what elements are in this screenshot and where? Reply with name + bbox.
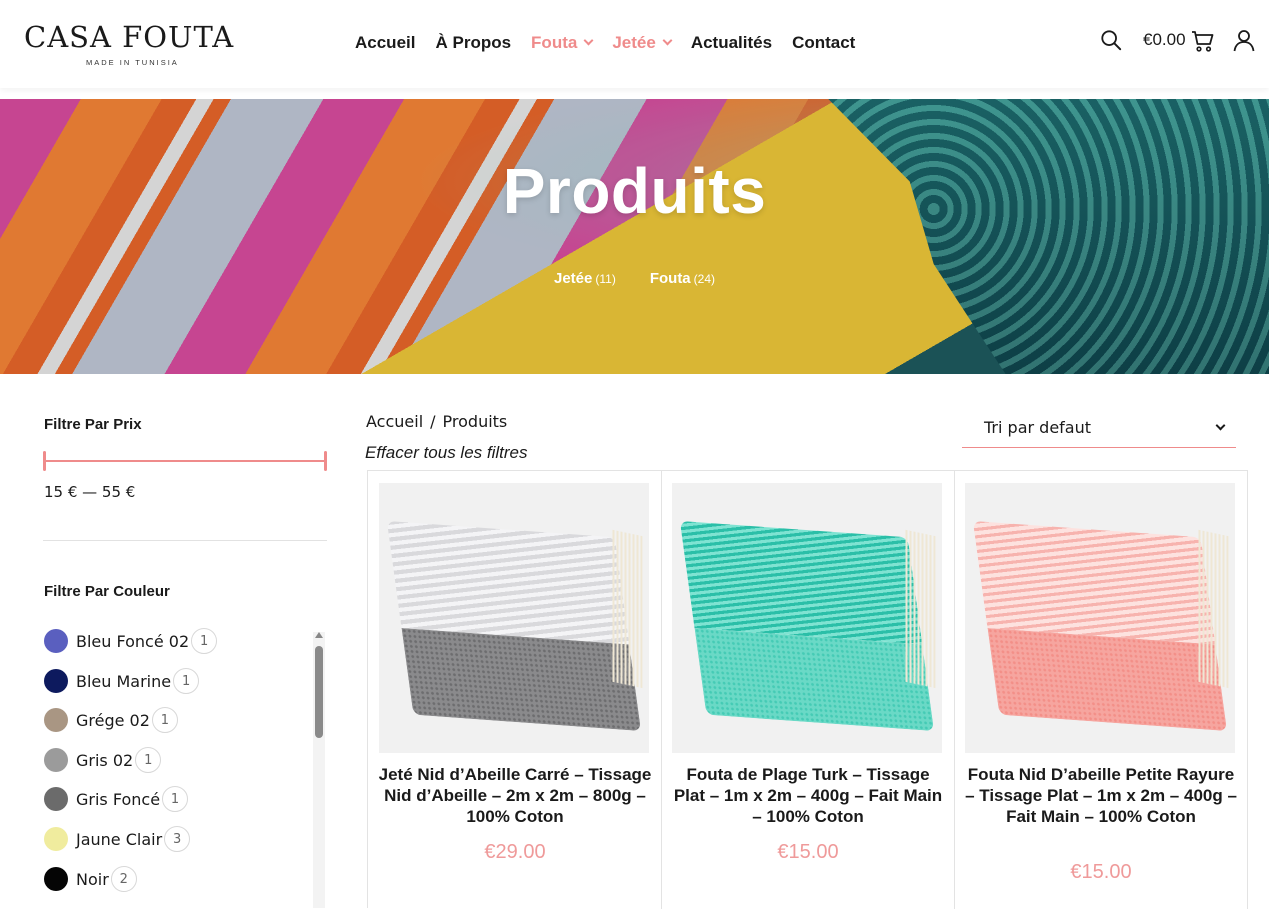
color-swatch <box>44 867 68 891</box>
category-count: (24) <box>693 272 715 286</box>
product-card[interactable]: Jeté Nid d’Abeille Carré – Tissage Nid d… <box>368 471 662 909</box>
nav-item-contact[interactable]: Contact <box>792 33 855 53</box>
hero-overlay <box>0 99 1269 374</box>
page-title: Produits <box>502 155 767 227</box>
chevron-down-icon <box>662 35 673 46</box>
color-count-badge: 3 <box>164 826 191 852</box>
price-range-value: 15 € — 55 € <box>44 483 136 501</box>
color-label: Grége 02 <box>76 710 150 730</box>
product-title[interactable]: Jeté Nid d’Abeille Carré – Tissage Nid d… <box>376 764 654 827</box>
nav-item-fouta-label: Fouta <box>531 33 578 52</box>
cart-total[interactable]: €0.00 <box>1143 30 1186 50</box>
color-filter-item[interactable]: Gris Foncé 1 <box>44 786 189 812</box>
price-filter-title: Filtre Par Prix <box>44 416 142 433</box>
color-count-badge: 2 <box>110 866 137 892</box>
color-filter-item[interactable]: Jaune Clair 3 <box>44 826 191 852</box>
product-title[interactable]: Fouta de Plage Turk – Tissage Plat – 1m … <box>669 764 947 827</box>
product-card[interactable]: Fouta Nid D’abeille Petite Rayure – Tiss… <box>954 471 1248 909</box>
color-count-badge: 1 <box>173 668 200 694</box>
color-filter-item[interactable]: Bleu Marine 1 <box>44 668 200 694</box>
search-icon[interactable] <box>1100 29 1122 51</box>
color-filter-item[interactable]: Gris 02 1 <box>44 747 162 773</box>
price-slider-track[interactable] <box>44 460 326 462</box>
color-count-badge: 1 <box>135 747 162 773</box>
color-swatch <box>44 827 68 851</box>
hero-category-links: Jetée (11) Fouta (24) <box>0 270 1269 287</box>
nav-item-actualites[interactable]: Actualités <box>691 33 772 53</box>
breadcrumb: Accueil / Produits <box>366 412 507 431</box>
price-slider-max-handle[interactable] <box>324 451 327 471</box>
site-logo[interactable]: CASA FOUTA MADE IN TUNISIA <box>24 20 234 70</box>
nav-item-jetee-label: Jetée <box>612 33 656 52</box>
scrollbar-thumb[interactable] <box>315 646 323 738</box>
breadcrumb-home[interactable]: Accueil <box>366 412 423 431</box>
cart-icon[interactable] <box>1191 29 1215 53</box>
category-link-jetee[interactable]: Jetée (11) <box>554 270 616 287</box>
color-label: Gris 02 <box>76 750 134 770</box>
product-image[interactable] <box>965 483 1235 753</box>
nav-item-jetee[interactable]: Jetée <box>612 33 673 53</box>
color-swatch <box>44 748 68 772</box>
product-price: €29.00 <box>484 841 546 863</box>
breadcrumb-separator: / <box>430 412 436 431</box>
color-count-badge: 1 <box>151 707 178 733</box>
towel-gray-illustration <box>386 520 643 732</box>
chevron-down-icon <box>1215 420 1226 431</box>
product-image[interactable] <box>379 483 649 753</box>
product-card[interactable]: Fouta de Plage Turk – Tissage Plat – 1m … <box>661 471 955 909</box>
color-filter-item[interactable]: Bleu Foncé 02 1 <box>44 628 218 654</box>
color-list-scrollbar[interactable] <box>313 632 325 908</box>
category-label: Fouta <box>649 270 691 287</box>
clear-filters-link[interactable]: Effacer tous les filtres <box>365 443 528 463</box>
sort-select[interactable]: Tri par defaut <box>962 408 1236 448</box>
color-swatch <box>44 629 68 653</box>
sidebar-divider <box>43 540 327 541</box>
sort-selected-value: Tri par defaut <box>984 418 1092 437</box>
main-nav: Accueil À Propos Fouta Jetée Actualités … <box>355 32 875 54</box>
color-filter-title: Filtre Par Couleur <box>44 583 170 600</box>
product-price: €15.00 <box>1070 861 1132 883</box>
chevron-down-icon <box>583 35 594 46</box>
color-label: Gris Foncé <box>76 789 161 809</box>
category-label: Jetée <box>554 270 593 287</box>
color-count-badge: 1 <box>162 786 189 812</box>
color-swatch <box>44 669 68 693</box>
color-swatch <box>44 787 68 811</box>
price-slider-min-handle[interactable] <box>43 451 46 471</box>
logo-tagline: MADE IN TUNISIA <box>86 58 179 67</box>
color-filter-item[interactable]: Noir 2 <box>44 866 137 892</box>
towel-pink-illustration <box>972 520 1229 732</box>
product-title[interactable]: Fouta Nid D’abeille Petite Rayure – Tiss… <box>962 764 1240 827</box>
logo-wordmark: CASA FOUTA <box>24 20 235 54</box>
color-filter-item[interactable]: Grége 02 1 <box>44 707 178 733</box>
product-grid: Jeté Nid d’Abeille Carré – Tissage Nid d… <box>367 470 1248 909</box>
product-image[interactable] <box>672 483 942 753</box>
breadcrumb-current: Produits <box>442 412 508 431</box>
color-label: Bleu Foncé 02 <box>76 631 190 651</box>
color-filter-list: Bleu Foncé 02 1 Bleu Marine 1 Grége 02 1… <box>44 628 314 908</box>
color-label: Jaune Clair <box>76 829 163 849</box>
category-link-fouta[interactable]: Fouta (24) <box>650 270 715 287</box>
user-icon[interactable] <box>1232 28 1256 52</box>
site-header: CASA FOUTA MADE IN TUNISIA Accueil À Pro… <box>0 0 1269 88</box>
nav-item-a-propos[interactable]: À Propos <box>435 33 511 53</box>
nav-item-accueil[interactable]: Accueil <box>355 33 415 53</box>
category-count: (11) <box>595 272 616 286</box>
color-swatch <box>44 708 68 732</box>
color-count-badge: 1 <box>191 628 218 654</box>
towel-turquoise-illustration <box>679 520 936 732</box>
product-price: €15.00 <box>777 841 839 863</box>
color-label: Bleu Marine <box>76 671 172 691</box>
nav-item-fouta[interactable]: Fouta <box>531 33 594 53</box>
color-label: Noir <box>76 869 109 889</box>
hero-banner <box>0 99 1269 374</box>
scroll-up-arrow-icon[interactable] <box>315 632 323 638</box>
